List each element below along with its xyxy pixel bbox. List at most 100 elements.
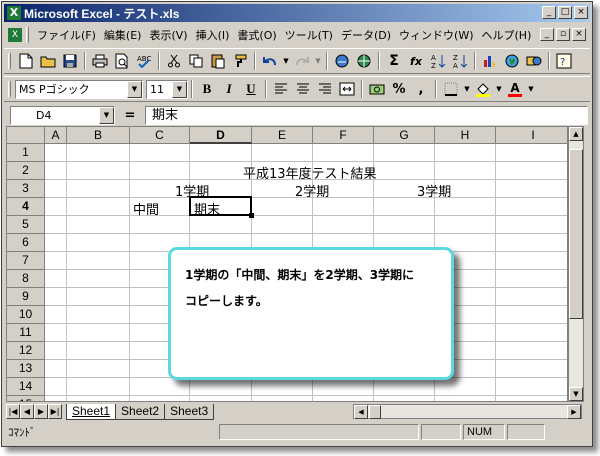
- column-header-f[interactable]: F: [313, 127, 374, 144]
- menu-help[interactable]: ヘルプ(H): [478, 27, 536, 43]
- borders-dropdown-icon[interactable]: ▼: [462, 79, 472, 99]
- paste-icon[interactable]: [207, 51, 229, 71]
- column-header-g[interactable]: G: [374, 127, 435, 144]
- font-size-combo[interactable]: 11 ▼: [146, 79, 188, 99]
- fill-handle[interactable]: [249, 213, 254, 218]
- cell-g3-term3[interactable]: 3学期: [417, 181, 451, 200]
- format-painter-icon[interactable]: [229, 51, 251, 71]
- save-icon[interactable]: [59, 51, 81, 71]
- sheet-tab-sheet3[interactable]: Sheet3: [164, 403, 215, 420]
- font-color-icon[interactable]: A: [504, 79, 526, 99]
- column-header-e[interactable]: E: [252, 127, 313, 144]
- currency-icon[interactable]: [366, 79, 388, 99]
- sort-descending-icon[interactable]: ZA: [449, 51, 471, 71]
- redo-icon[interactable]: [291, 51, 313, 71]
- select-all-corner[interactable]: [7, 127, 45, 144]
- scroll-down-icon[interactable]: ▼: [569, 387, 583, 401]
- next-sheet-icon[interactable]: ▶: [34, 404, 48, 419]
- print-preview-icon[interactable]: [111, 51, 133, 71]
- horizontal-scrollbar[interactable]: ◀ ▶: [353, 404, 582, 419]
- align-right-icon[interactable]: [314, 79, 336, 99]
- menu-view[interactable]: 表示(V): [145, 27, 191, 43]
- row-header-6[interactable]: 6: [7, 234, 45, 252]
- first-sheet-icon[interactable]: |◀: [6, 404, 20, 419]
- row-header-1[interactable]: 1: [7, 144, 45, 162]
- column-header-c[interactable]: C: [130, 127, 190, 144]
- office-assistant-icon[interactable]: ?: [553, 51, 575, 71]
- row-header-15[interactable]: 15: [7, 396, 45, 401]
- row-header-12[interactable]: 12: [7, 342, 45, 360]
- row-header-2[interactable]: 2: [7, 162, 45, 180]
- insert-function-icon[interactable]: fx: [405, 51, 427, 71]
- cell-c4-midterm[interactable]: 中間: [133, 199, 159, 218]
- font-color-dropdown-icon[interactable]: ▼: [526, 79, 536, 99]
- borders-icon[interactable]: [440, 79, 462, 99]
- spelling-icon[interactable]: ABC: [133, 51, 155, 71]
- equals-sign[interactable]: =: [115, 108, 145, 123]
- comma-style-button[interactable]: ,: [410, 79, 432, 99]
- align-center-icon[interactable]: [292, 79, 314, 99]
- workbook-icon[interactable]: X: [8, 28, 22, 42]
- fill-color-icon[interactable]: [472, 79, 494, 99]
- row-header-11[interactable]: 11: [7, 324, 45, 342]
- excel-app-icon[interactable]: X: [7, 6, 21, 20]
- menu-edit[interactable]: 編集(E): [100, 27, 146, 43]
- menu-window[interactable]: ウィンドウ(W): [395, 27, 477, 43]
- vertical-scrollbar[interactable]: ▲ ▼: [568, 126, 584, 402]
- column-header-d[interactable]: D: [190, 127, 252, 144]
- cell-e2-title[interactable]: 平成13年度テスト結果: [243, 163, 377, 182]
- undo-icon[interactable]: [259, 51, 281, 71]
- font-name-combo[interactable]: MS Pゴシック ▼: [15, 79, 143, 99]
- bold-button[interactable]: B: [196, 79, 218, 99]
- open-folder-icon[interactable]: [37, 51, 59, 71]
- percent-style-button[interactable]: %: [388, 79, 410, 99]
- vertical-scroll-thumb[interactable]: [569, 149, 583, 319]
- autosum-icon[interactable]: Σ: [383, 51, 405, 71]
- chevron-down-icon[interactable]: ▼: [99, 106, 114, 124]
- doc-restore-button[interactable]: ▫: [556, 28, 570, 41]
- column-header-h[interactable]: H: [435, 127, 496, 144]
- italic-button[interactable]: I: [218, 79, 240, 99]
- column-header-i[interactable]: I: [496, 127, 567, 144]
- row-header-3[interactable]: 3: [7, 180, 45, 198]
- row-header-4[interactable]: 4: [7, 198, 45, 216]
- undo-dropdown-icon[interactable]: ▼: [281, 51, 291, 71]
- row-header-5[interactable]: 5: [7, 216, 45, 234]
- web-toolbar-icon[interactable]: [353, 51, 375, 71]
- column-header-b[interactable]: B: [67, 127, 130, 144]
- row-header-13[interactable]: 13: [7, 360, 45, 378]
- cell-e3-term2[interactable]: 2学期: [295, 181, 329, 200]
- chevron-down-icon[interactable]: ▼: [172, 80, 187, 98]
- row-header-10[interactable]: 10: [7, 306, 45, 324]
- menu-tools[interactable]: ツール(T): [281, 27, 337, 43]
- fill-color-dropdown-icon[interactable]: ▼: [494, 79, 504, 99]
- merge-center-icon[interactable]: [336, 79, 358, 99]
- last-sheet-icon[interactable]: ▶|: [48, 404, 62, 419]
- menu-file[interactable]: ファイル(F): [33, 27, 100, 43]
- chart-wizard-icon[interactable]: [479, 51, 501, 71]
- row-header-8[interactable]: 8: [7, 270, 45, 288]
- align-left-icon[interactable]: [270, 79, 292, 99]
- minimize-button[interactable]: _: [542, 6, 556, 19]
- name-box[interactable]: D4 ▼: [10, 105, 115, 125]
- menu-data[interactable]: データ(D): [337, 27, 395, 43]
- horizontal-scroll-thumb[interactable]: [369, 405, 381, 419]
- maximize-button[interactable]: □: [558, 6, 572, 19]
- row-header-7[interactable]: 7: [7, 252, 45, 270]
- new-file-icon[interactable]: [15, 51, 37, 71]
- copy-icon[interactable]: [185, 51, 207, 71]
- sheet-tab-sheet1[interactable]: Sheet1: [66, 403, 117, 420]
- doc-close-button[interactable]: ×: [572, 28, 586, 41]
- sort-ascending-icon[interactable]: AZ: [427, 51, 449, 71]
- active-cell-selection[interactable]: [189, 196, 254, 218]
- redo-dropdown-icon[interactable]: ▼: [313, 51, 323, 71]
- formula-input[interactable]: 期末: [145, 105, 588, 125]
- doc-minimize-button[interactable]: _: [540, 28, 554, 41]
- row-header-9[interactable]: 9: [7, 288, 45, 306]
- column-header-a[interactable]: A: [45, 127, 67, 144]
- scroll-right-icon[interactable]: ▶: [567, 405, 581, 419]
- map-icon[interactable]: [501, 51, 523, 71]
- menu-insert[interactable]: 挿入(I): [192, 27, 234, 43]
- drawing-icon[interactable]: [523, 51, 545, 71]
- scroll-left-icon[interactable]: ◀: [354, 405, 368, 419]
